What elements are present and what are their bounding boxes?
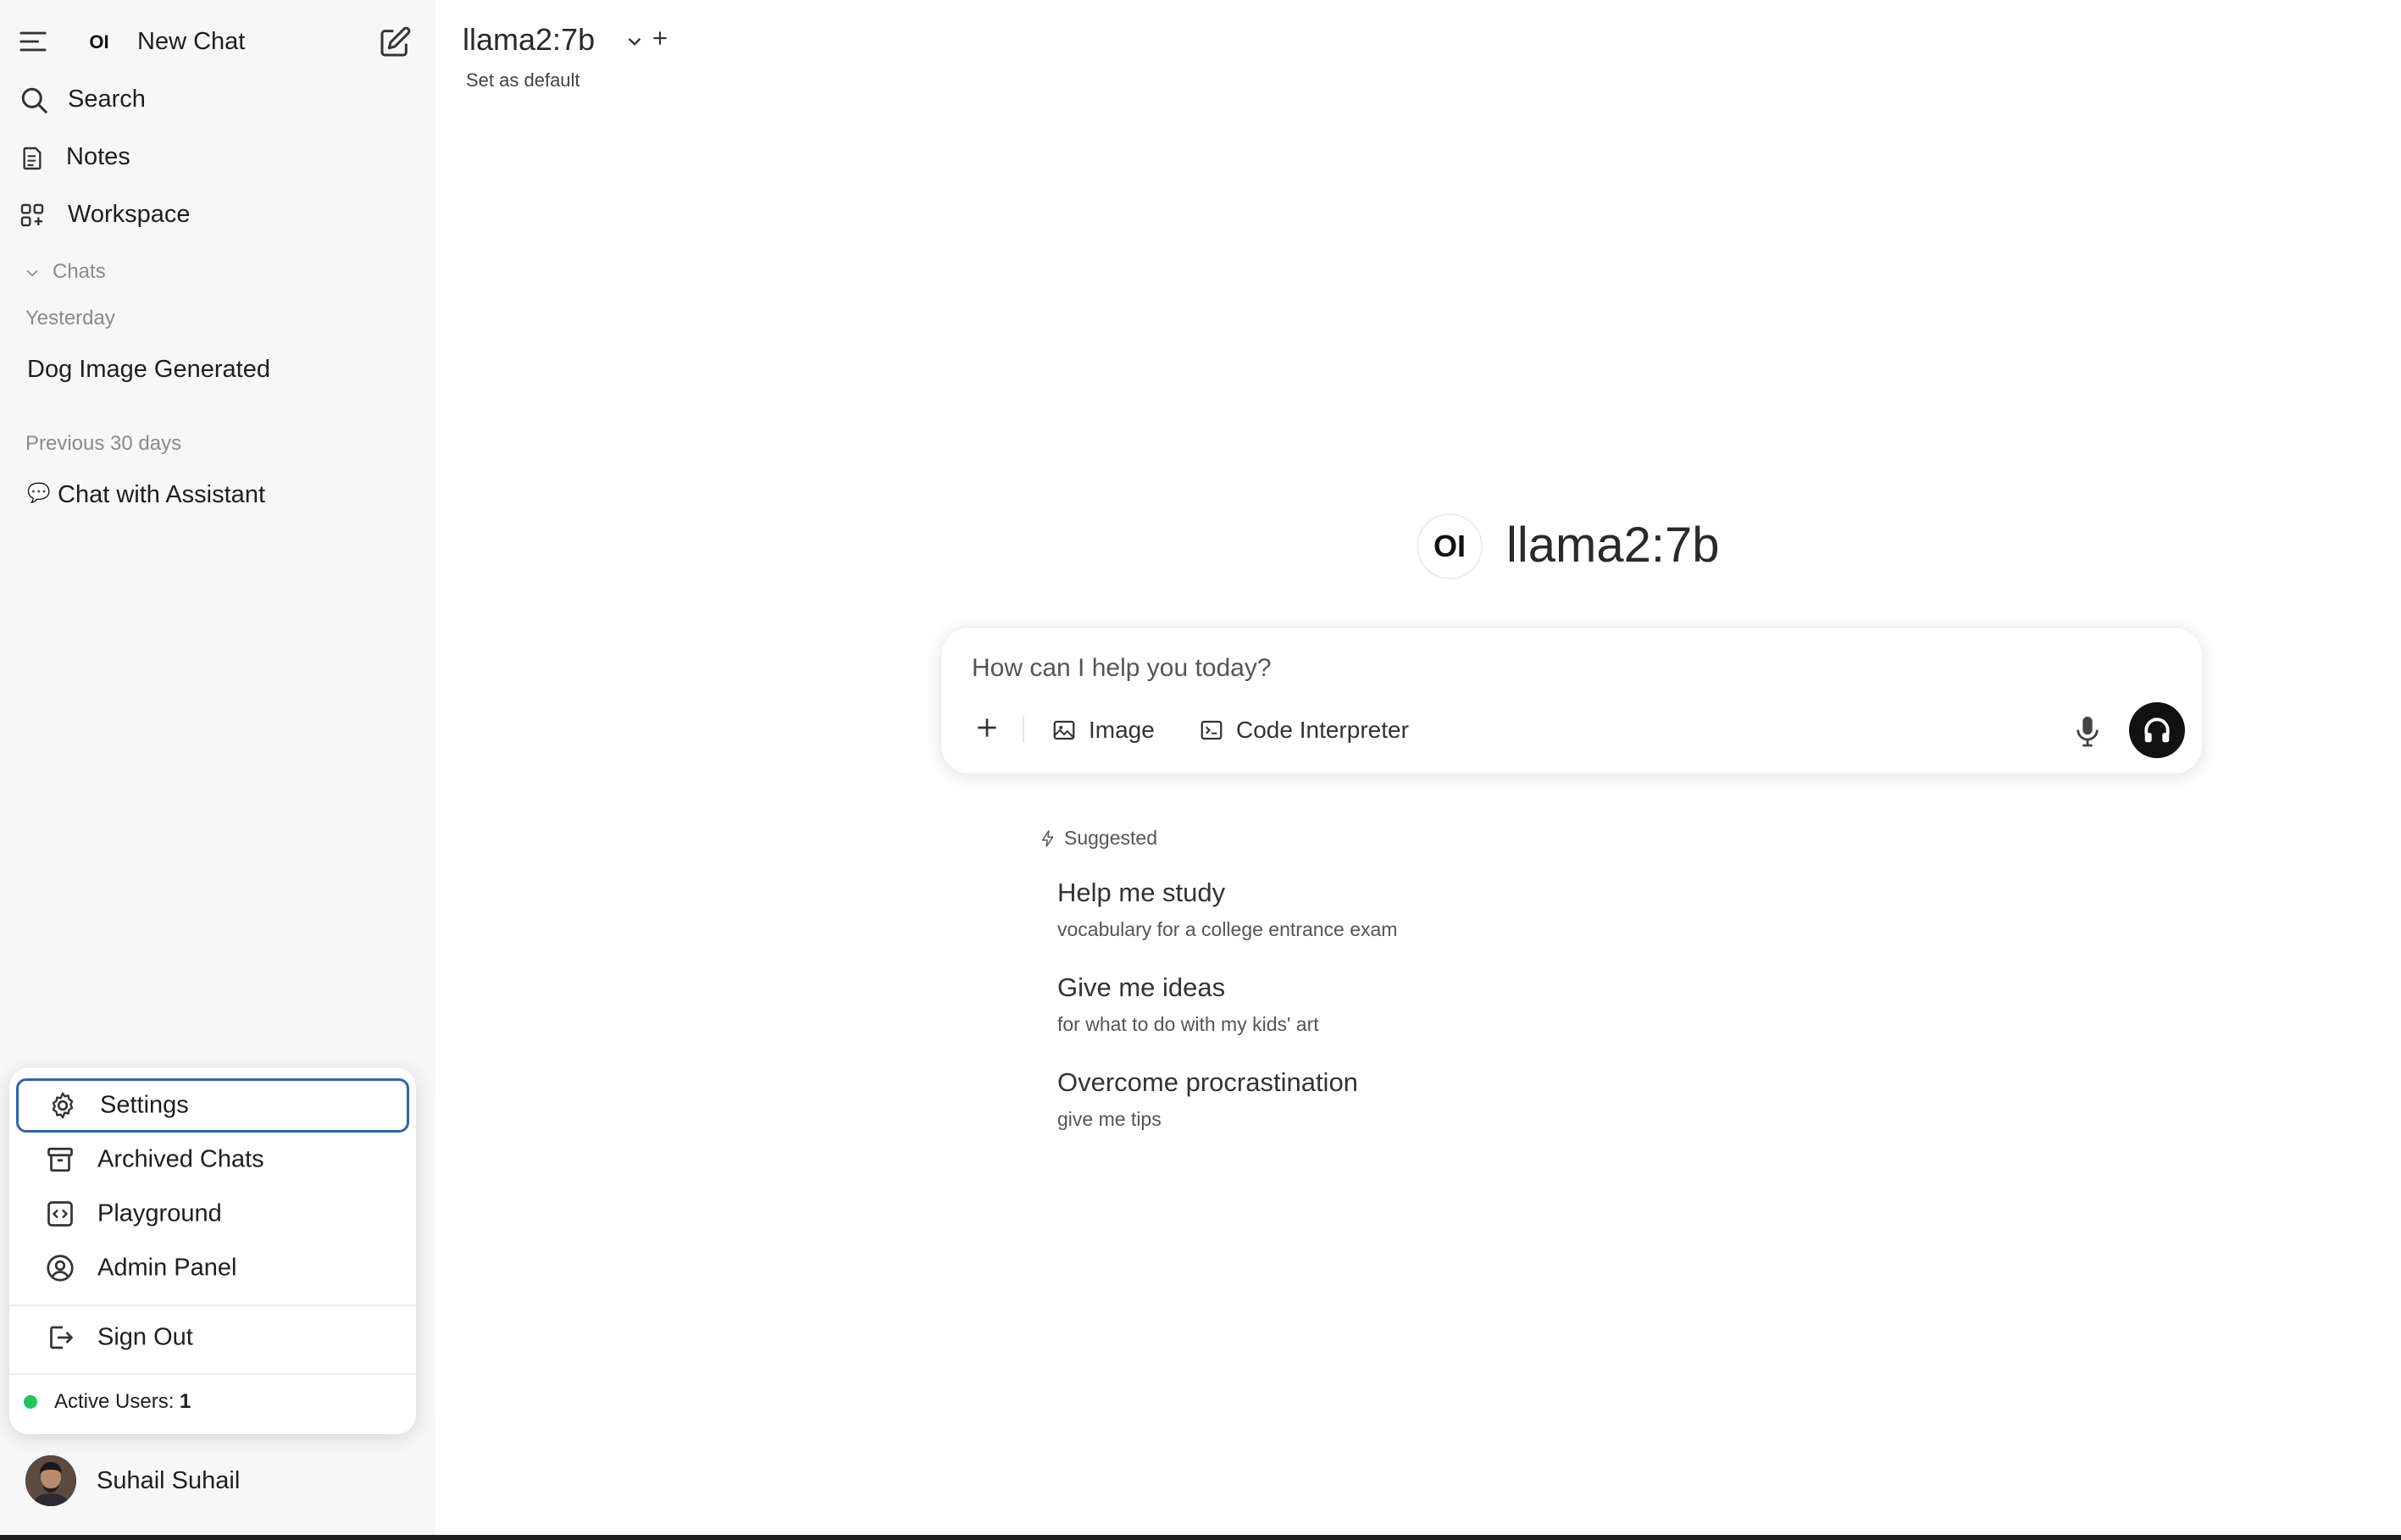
terminal-icon <box>1199 717 1224 743</box>
chat-composer: Image Code Interpreter <box>940 627 2203 774</box>
main-area: llama2:7b Set as default OI llama2:7b Im… <box>435 0 2401 1540</box>
suggestion-title: Help me study <box>1057 878 1226 907</box>
sidebar-item-label: Workspace <box>68 201 191 228</box>
menu-item-archived-chats[interactable]: Archived Chats <box>16 1133 409 1187</box>
chat-title: Chat with Assistant <box>58 481 265 508</box>
chat-list-item[interactable]: 💬 Chat with Assistant <box>27 479 383 513</box>
suggestion-title: Give me ideas <box>1057 972 1226 1002</box>
headphones-icon <box>2141 714 2173 746</box>
sidebar-item-label: Notes <box>66 143 130 170</box>
sidebar: OI New Chat Search Notes Workspace Chats… <box>0 0 435 1540</box>
chats-section-toggle[interactable]: Chats <box>20 258 190 288</box>
code-interpreter-button[interactable]: Code Interpreter <box>1199 709 1409 751</box>
online-dot <box>24 1395 37 1409</box>
toolbar-divider <box>1023 716 1024 743</box>
active-users-text: Active Users: 1 <box>54 1390 191 1413</box>
add-model-icon[interactable] <box>649 27 671 49</box>
menu-item-label: Admin Panel <box>97 1254 237 1282</box>
suggested-header: Suggested <box>1039 827 1157 850</box>
gear-icon <box>47 1090 78 1121</box>
chat-group-label: Previous 30 days <box>25 432 182 455</box>
user-menu: Settings Archived Chats Playground Admin… <box>9 1068 416 1434</box>
user-circle-icon <box>45 1253 75 1283</box>
image-button[interactable]: Image <box>1051 709 1155 751</box>
workspace-icon <box>19 202 46 229</box>
new-chat-button[interactable]: New Chat <box>137 28 245 56</box>
suggested-label: Suggested <box>1064 827 1157 849</box>
model-logo: OI <box>1417 513 1483 579</box>
sign-out-icon <box>45 1322 75 1353</box>
chat-emoji: 💬 <box>27 482 51 503</box>
menu-divider <box>9 1373 416 1375</box>
message-input[interactable] <box>972 650 2141 687</box>
model-selector[interactable]: llama2:7b <box>459 17 659 64</box>
menu-item-settings[interactable]: Settings <box>16 1078 409 1133</box>
menu-item-label: Settings <box>100 1091 189 1119</box>
sidebar-item-notes[interactable]: Notes <box>0 132 435 183</box>
model-name: llama2:7b <box>463 22 596 57</box>
code-icon <box>45 1199 75 1229</box>
chevron-down-icon <box>624 30 646 53</box>
bolt-icon <box>1039 828 1057 849</box>
code-interpreter-label: Code Interpreter <box>1236 717 1409 743</box>
user-name: Suhail Suhail <box>97 1467 241 1494</box>
compose-icon[interactable] <box>378 25 412 59</box>
menu-toggle-icon[interactable] <box>19 29 47 54</box>
chat-group-label: Yesterday <box>25 307 115 330</box>
suggestion-item[interactable]: Overcome procrastination give me tips <box>1057 1067 1650 1145</box>
voice-mode-button[interactable] <box>2129 702 2185 758</box>
suggestion-subtitle: vocabulary for a college entrance exam <box>1057 918 1398 940</box>
window-bottom-edge <box>0 1535 2401 1540</box>
set-as-default-link[interactable]: Set as default <box>466 69 580 91</box>
suggestion-item[interactable]: Give me ideas for what to do with my kid… <box>1057 972 1650 1050</box>
menu-item-label: Sign Out <box>97 1323 193 1351</box>
image-icon <box>1051 717 1077 743</box>
suggestion-subtitle: for what to do with my kids' art <box>1057 1013 1319 1035</box>
hero-model-name: llama2:7b <box>1506 518 1720 573</box>
suggestion-title: Overcome procrastination <box>1057 1067 1358 1097</box>
brand-logo: OI <box>89 31 109 53</box>
chats-section-label: Chats <box>53 260 106 283</box>
search-icon <box>19 85 49 115</box>
sidebar-item-search[interactable]: Search <box>0 75 435 125</box>
sidebar-item-workspace[interactable]: Workspace <box>0 190 435 241</box>
menu-item-label: Archived Chats <box>97 1145 264 1173</box>
image-button-label: Image <box>1089 717 1155 743</box>
menu-divider <box>9 1305 416 1306</box>
chat-list-item[interactable]: Dog Image Generated <box>27 356 270 384</box>
archive-icon <box>45 1144 75 1175</box>
microphone-icon[interactable] <box>2073 714 2102 748</box>
notes-icon <box>19 144 46 173</box>
menu-item-label: Playground <box>97 1199 222 1227</box>
menu-item-playground[interactable]: Playground <box>16 1187 409 1241</box>
add-attachment-icon[interactable] <box>973 714 1001 741</box>
sidebar-header: OI New Chat <box>0 0 435 85</box>
active-users-status: Active Users: 1 <box>24 1390 191 1414</box>
user-profile-button[interactable]: Suhail Suhail <box>25 1455 415 1510</box>
suggestion-item[interactable]: Help me study vocabulary for a college e… <box>1057 878 1650 956</box>
avatar <box>25 1455 76 1506</box>
menu-item-admin-panel[interactable]: Admin Panel <box>16 1241 409 1295</box>
suggestion-subtitle: give me tips <box>1057 1108 1162 1130</box>
sidebar-item-label: Search <box>68 86 146 113</box>
chevron-down-icon <box>24 264 41 281</box>
menu-item-sign-out[interactable]: Sign Out <box>16 1310 409 1365</box>
